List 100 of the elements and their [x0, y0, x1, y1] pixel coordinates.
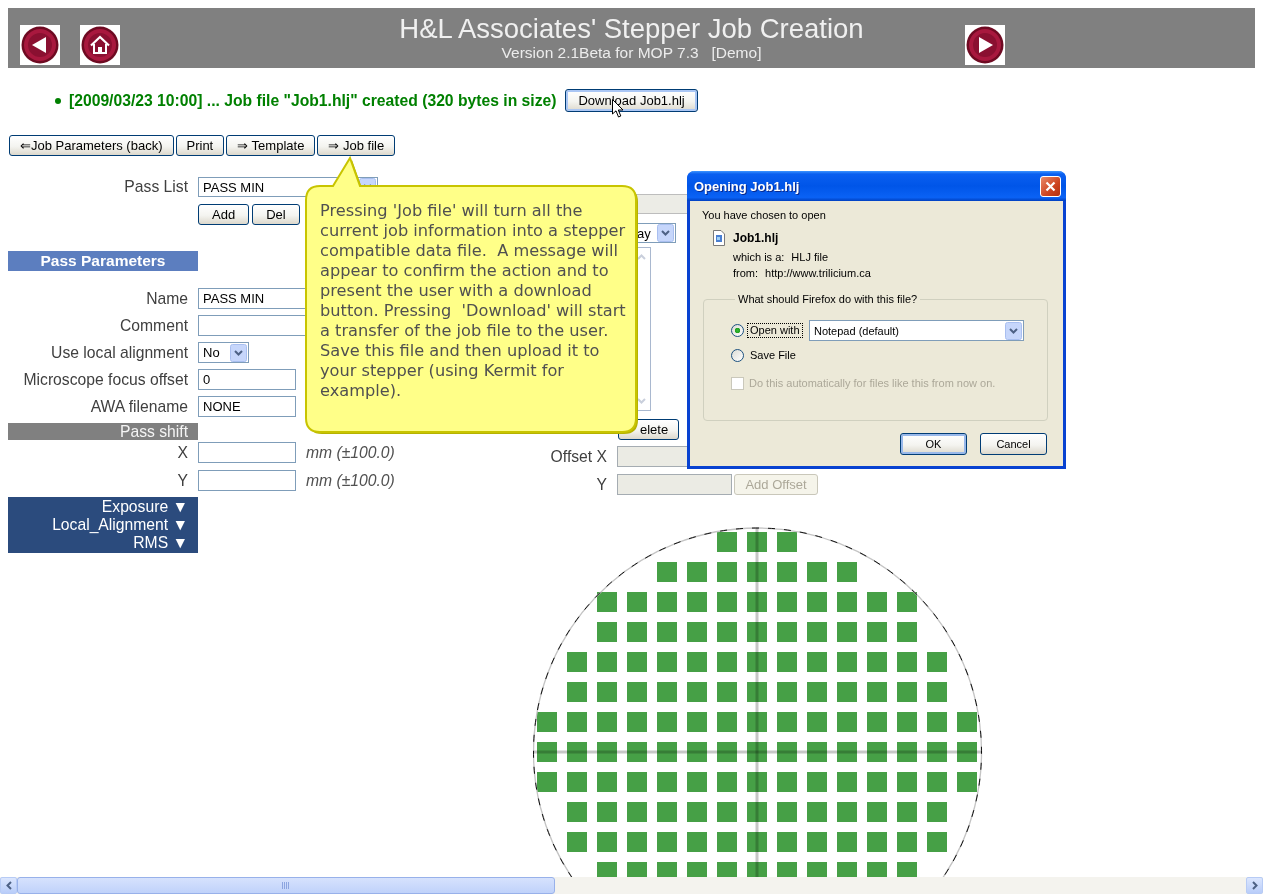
- wafer-die: [747, 682, 767, 702]
- unit-label: mm (±100.0): [306, 471, 395, 490]
- close-icon: [1045, 180, 1056, 192]
- radio-button[interactable]: [731, 349, 744, 362]
- forward-button[interactable]: [965, 25, 1005, 65]
- wafer-die: [867, 682, 887, 702]
- close-button[interactable]: [1040, 175, 1061, 197]
- toolbar-button[interactable]: ⇒ Template: [226, 135, 316, 156]
- dialog-text: You have chosen to open: [702, 209, 827, 222]
- scroll-left-button[interactable]: [0, 877, 17, 894]
- application-select[interactable]: Notepad (default): [809, 320, 1024, 341]
- wafer-die: [717, 682, 737, 702]
- wafer-die: [867, 742, 887, 762]
- toolbar-button[interactable]: ⇒ Job file: [317, 135, 396, 156]
- toolbar-button[interactable]: ⇐Job Parameters (back): [9, 135, 174, 156]
- wafer-die: [657, 652, 677, 672]
- wafer-die: [777, 562, 797, 582]
- add-button[interactable]: Add: [198, 204, 250, 225]
- text-field[interactable]: 0: [198, 369, 296, 390]
- wafer-die: [657, 742, 677, 762]
- radio-label[interactable]: Open with: [747, 323, 803, 338]
- field-label: Offset X: [549, 447, 607, 466]
- wafer-die: [717, 742, 737, 762]
- text-field[interactable]: [198, 442, 296, 463]
- wafer-die: [627, 622, 647, 642]
- wafer-die: [777, 772, 797, 792]
- scrollbar-thumb[interactable]: [17, 877, 555, 894]
- wafer-die: [927, 712, 947, 732]
- wafer-die: [807, 592, 827, 612]
- wafer-die: [567, 652, 587, 672]
- dialog-button[interactable]: Cancel: [980, 433, 1047, 455]
- wafer-die: [837, 742, 857, 762]
- field-label: Y: [176, 471, 189, 490]
- radio-label[interactable]: Save File: [747, 348, 799, 363]
- wafer-die: [897, 592, 917, 612]
- wafer-die: [837, 682, 857, 702]
- wafer-die: [687, 592, 707, 612]
- delete-button[interactable]: Del: [252, 204, 300, 225]
- back-button[interactable]: [20, 25, 60, 65]
- wafer-die: [777, 532, 797, 552]
- wafer-die: [747, 742, 767, 762]
- section-heading: Pass Parameters: [8, 251, 198, 271]
- wafer-die: [807, 562, 827, 582]
- text-field[interactable]: [198, 470, 296, 491]
- wafer-die: [777, 802, 797, 822]
- home-button[interactable]: [80, 25, 120, 65]
- wafer-die: [807, 622, 827, 642]
- field-label: Y: [595, 475, 607, 494]
- wafer-die: [717, 532, 737, 552]
- wafer-die: [897, 682, 917, 702]
- wafer-die: [717, 622, 737, 642]
- dialog-button[interactable]: OK: [900, 433, 967, 455]
- wafer-die: [747, 772, 767, 792]
- info-label: from:: [733, 267, 759, 280]
- menu-item[interactable]: Exposure ▼: [8, 498, 188, 516]
- wafer-die: [717, 712, 737, 732]
- wafer-die: [717, 802, 737, 822]
- wafer-die: [957, 742, 977, 762]
- wafer-die: [807, 742, 827, 762]
- wafer-die: [927, 832, 947, 852]
- wafer-die: [597, 742, 617, 762]
- section-heading: Pass shift: [8, 423, 198, 440]
- wafer-die: [657, 562, 677, 582]
- wafer-die: [717, 772, 737, 792]
- text-field[interactable]: PASS MIN: [198, 288, 308, 309]
- unit-label: mm (±100.0): [306, 443, 395, 462]
- wafer-die: [867, 832, 887, 852]
- wafer-die: [657, 622, 677, 642]
- wafer-die: [837, 712, 857, 732]
- wafer-die: [627, 592, 647, 612]
- menu-item[interactable]: Local_Alignment ▼: [8, 516, 188, 534]
- wafer-die: [597, 772, 617, 792]
- wafer-die: [717, 832, 737, 852]
- info-value: HLJ file: [791, 251, 829, 264]
- toolbar-button[interactable]: Print: [175, 135, 225, 156]
- wafer-die: [687, 652, 707, 672]
- scroll-right-button[interactable]: [1246, 877, 1263, 894]
- wafer-die: [597, 712, 617, 732]
- wafer-die: [927, 652, 947, 672]
- text-field[interactable]: NONE: [198, 396, 296, 417]
- wafer-die: [747, 652, 767, 672]
- text-field[interactable]: [198, 315, 308, 336]
- radio-button[interactable]: [731, 324, 744, 337]
- wafer-die: [867, 622, 887, 642]
- info-value: http://www.trilicium.ca: [765, 267, 871, 280]
- wafer-die: [837, 622, 857, 642]
- chevron-down-icon: [230, 343, 247, 362]
- dropdown-select[interactable]: No: [198, 342, 249, 363]
- wafer-die: [897, 772, 917, 792]
- wafer-die: [567, 742, 587, 762]
- wafer-die: [687, 682, 707, 702]
- wafer-die: [807, 712, 827, 732]
- menu-item[interactable]: RMS ▼: [8, 534, 188, 552]
- wafer-die: [537, 772, 557, 792]
- wafer-die: [717, 652, 737, 672]
- dialog-title: Opening Job1.hlj: [694, 178, 800, 194]
- bullet-icon: [55, 97, 61, 104]
- wafer-die: [687, 772, 707, 792]
- wafer-die: [627, 832, 647, 852]
- wafer-die: [747, 562, 767, 582]
